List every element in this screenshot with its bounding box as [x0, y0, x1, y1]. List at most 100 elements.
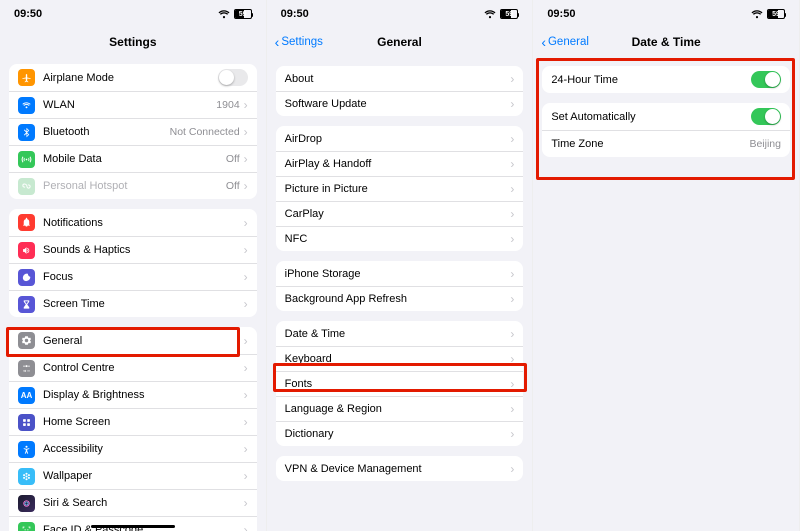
- label: Picture in Picture: [285, 183, 511, 195]
- label: General: [43, 335, 244, 347]
- status-time: 09:50: [14, 8, 42, 20]
- row-screen-time[interactable]: Screen Time ›: [9, 290, 257, 317]
- row-pip[interactable]: Picture in Picture ›: [276, 176, 524, 201]
- chevron-right-icon: ›: [510, 72, 514, 86]
- status-bar: 09:50 59: [267, 0, 533, 28]
- group-notifications: Notifications › Sounds & Haptics › Focus…: [9, 209, 257, 317]
- toggle-set-automatically[interactable]: [751, 108, 781, 125]
- row-software-update[interactable]: Software Update ›: [276, 91, 524, 116]
- row-faceid[interactable]: Face ID & Passcode ›: [9, 516, 257, 531]
- content-scroll[interactable]: Airplane Mode WLAN 1904 › Bluetooth Not …: [0, 56, 266, 531]
- grid-icon: [18, 414, 35, 431]
- label: Notifications: [43, 217, 244, 229]
- chevron-right-icon: ›: [244, 442, 248, 456]
- row-vpn[interactable]: VPN & Device Management ›: [276, 456, 524, 481]
- screen-general: 09:50 59 ‹ Settings General About › Soft…: [267, 0, 534, 531]
- content-scroll[interactable]: About › Software Update › AirDrop › AirP…: [267, 56, 533, 531]
- screen-settings: 09:50 59 Settings Airplane Mode: [0, 0, 267, 531]
- group-date-time: Date & Time › Keyboard › Fonts › Languag…: [276, 321, 524, 446]
- chevron-right-icon: ›: [510, 132, 514, 146]
- row-bluetooth[interactable]: Bluetooth Not Connected ›: [9, 118, 257, 145]
- nav-bar: ‹ Settings General: [267, 28, 533, 56]
- chevron-right-icon: ›: [510, 377, 514, 391]
- back-label: General: [548, 36, 589, 48]
- label: Wallpaper: [43, 470, 244, 482]
- row-wlan[interactable]: WLAN 1904 ›: [9, 91, 257, 118]
- page-title: Settings: [109, 35, 156, 49]
- home-indicator: [91, 525, 175, 529]
- label: NFC: [285, 233, 511, 245]
- row-set-automatically[interactable]: Set Automatically: [542, 103, 790, 130]
- wifi-icon: [751, 10, 763, 19]
- status-bar: 09:50 59: [0, 0, 266, 28]
- row-about[interactable]: About ›: [276, 66, 524, 91]
- chevron-right-icon: ›: [244, 496, 248, 510]
- chevron-right-icon: ›: [244, 523, 248, 531]
- row-iphone-storage[interactable]: iPhone Storage ›: [276, 261, 524, 286]
- row-airplay[interactable]: AirPlay & Handoff ›: [276, 151, 524, 176]
- chevron-right-icon: ›: [510, 182, 514, 196]
- row-mobile-data[interactable]: Mobile Data Off ›: [9, 145, 257, 172]
- bell-icon: [18, 214, 35, 231]
- chevron-right-icon: ›: [244, 216, 248, 230]
- group-setauto: Set Automatically Time Zone Beijing: [542, 103, 790, 157]
- chevron-right-icon: ›: [244, 125, 248, 139]
- battery-icon: 59: [500, 9, 518, 19]
- label: Fonts: [285, 378, 511, 390]
- row-24hour-time[interactable]: 24-Hour Time: [542, 66, 790, 93]
- cellular-icon: [18, 151, 35, 168]
- wifi-icon: [218, 10, 230, 19]
- hotspot-icon: [18, 178, 35, 195]
- label: iPhone Storage: [285, 268, 511, 280]
- row-display[interactable]: AA Display & Brightness ›: [9, 381, 257, 408]
- row-airdrop[interactable]: AirDrop ›: [276, 126, 524, 151]
- row-dictionary[interactable]: Dictionary ›: [276, 421, 524, 446]
- row-carplay[interactable]: CarPlay ›: [276, 201, 524, 226]
- row-nfc[interactable]: NFC ›: [276, 226, 524, 251]
- row-personal-hotspot[interactable]: Personal Hotspot Off ›: [9, 172, 257, 199]
- row-date-time[interactable]: Date & Time ›: [276, 321, 524, 346]
- back-button[interactable]: ‹ General: [541, 28, 589, 56]
- hourglass-icon: [18, 296, 35, 313]
- row-focus[interactable]: Focus ›: [9, 263, 257, 290]
- row-general[interactable]: General ›: [9, 327, 257, 354]
- chevron-right-icon: ›: [510, 462, 514, 476]
- row-airplane-mode[interactable]: Airplane Mode: [9, 64, 257, 91]
- row-bg-refresh[interactable]: Background App Refresh ›: [276, 286, 524, 311]
- chevron-right-icon: ›: [244, 152, 248, 166]
- group-network: Airplane Mode WLAN 1904 › Bluetooth Not …: [9, 64, 257, 199]
- chevron-right-icon: ›: [244, 388, 248, 402]
- label: Focus: [43, 271, 244, 283]
- detail: Off: [226, 153, 240, 165]
- back-button[interactable]: ‹ Settings: [275, 28, 323, 56]
- row-control-centre[interactable]: Control Centre ›: [9, 354, 257, 381]
- row-language[interactable]: Language & Region ›: [276, 396, 524, 421]
- bluetooth-icon: [18, 124, 35, 141]
- label: Language & Region: [285, 403, 511, 415]
- wifi-icon: [484, 10, 496, 19]
- content-scroll[interactable]: 24-Hour Time Set Automatically Time Zone…: [533, 56, 799, 531]
- row-sounds[interactable]: Sounds & Haptics ›: [9, 236, 257, 263]
- page-title: General: [377, 35, 422, 49]
- row-time-zone[interactable]: Time Zone Beijing: [542, 130, 790, 157]
- row-siri[interactable]: Siri & Search ›: [9, 489, 257, 516]
- group-vpn: VPN & Device Management ›: [276, 456, 524, 481]
- label: Personal Hotspot: [43, 180, 226, 192]
- row-home-screen[interactable]: Home Screen ›: [9, 408, 257, 435]
- row-accessibility[interactable]: Accessibility ›: [9, 435, 257, 462]
- row-wallpaper[interactable]: Wallpaper ›: [9, 462, 257, 489]
- row-notifications[interactable]: Notifications ›: [9, 209, 257, 236]
- chevron-right-icon: ›: [510, 427, 514, 441]
- toggle-24hour[interactable]: [751, 71, 781, 88]
- airplane-toggle[interactable]: [218, 69, 248, 86]
- group-airdrop: AirDrop › AirPlay & Handoff › Picture in…: [276, 126, 524, 251]
- label: Background App Refresh: [285, 293, 511, 305]
- chevron-right-icon: ›: [244, 361, 248, 375]
- row-fonts[interactable]: Fonts ›: [276, 371, 524, 396]
- label: Screen Time: [43, 298, 244, 310]
- label: AirDrop: [285, 133, 511, 145]
- wifi-icon: [18, 97, 35, 114]
- chevron-right-icon: ›: [244, 179, 248, 193]
- row-keyboard[interactable]: Keyboard ›: [276, 346, 524, 371]
- label: Dictionary: [285, 428, 511, 440]
